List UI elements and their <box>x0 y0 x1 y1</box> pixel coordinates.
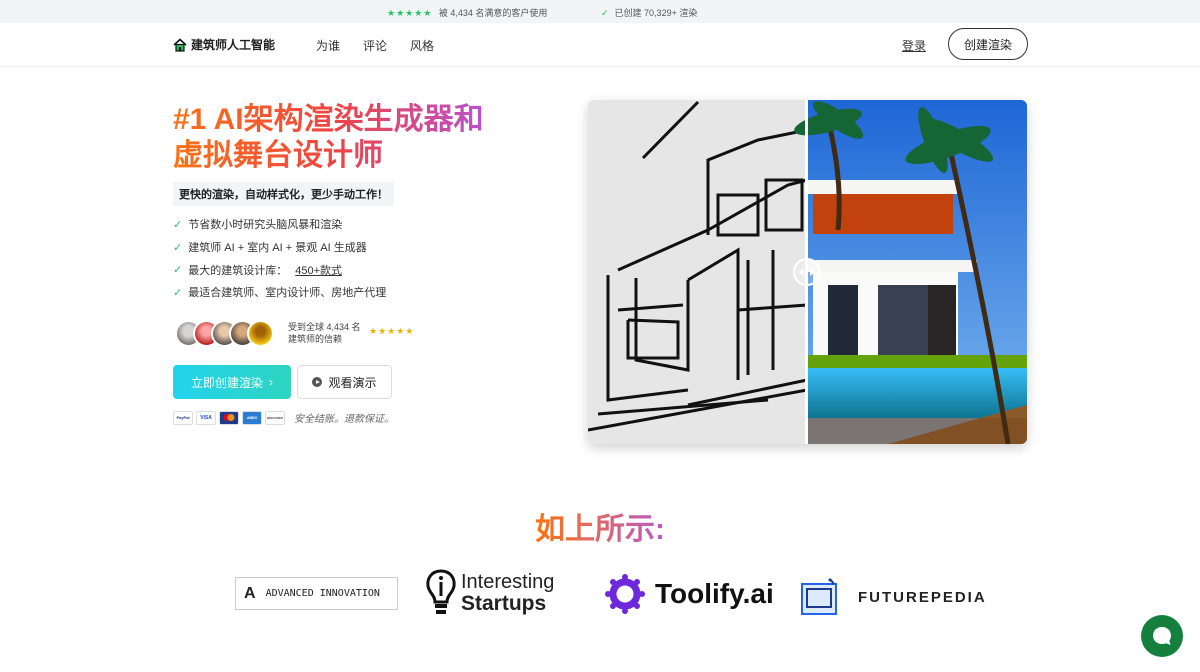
hero-title: #1 AI架构渲染生成器和 虚拟舞台设计师 <box>173 102 533 174</box>
compare-slider-icon <box>793 258 821 286</box>
feature-item: ✓ 节省数小时研究头脑风暴和渲染 <box>173 213 386 236</box>
interesting-startups-line-1: Interesting <box>461 571 555 593</box>
feature-item: ✓ 最适合建筑师、室内设计师、房地产代理 <box>173 281 386 304</box>
toolify-ring-icon <box>605 574 645 614</box>
hero-subtitle: 更快的渲染，自动样式化，更少手动工作！ <box>173 182 394 206</box>
futurepedia-text: FUTUREPEDIA <box>858 588 987 606</box>
reviews-text: 被 4,434 名满意的客户使用 <box>438 8 548 18</box>
check-icon: ✓ <box>173 286 183 299</box>
trust-text-line-1: 受到全球 4,434 名 <box>288 322 361 332</box>
create-render-now-label: 立即创建渲染 <box>190 375 263 390</box>
announcement-bar: ★★★★★ 被 4,434 名满意的客户使用 ✓ 已创建 70,329+ 渲染 <box>0 0 1200 23</box>
feature-item: ✓ 建筑师 AI + 室内 AI + 景观 AI 生成器 <box>173 236 386 259</box>
feature-list: ✓ 节省数小时研究头脑风暴和渲染 ✓ 建筑师 AI + 室内 AI + 景观 AI … <box>173 213 386 304</box>
advanced-innovation-logo[interactable]: A ADVANCED INNOVATION <box>235 577 398 610</box>
nav-link-reviews[interactable]: 评论 <box>363 37 387 54</box>
check-icon: ✓ <box>173 241 183 254</box>
feature-text: 最适合建筑师、室内设计师、房地产代理 <box>188 287 387 300</box>
chat-icon <box>1153 627 1171 645</box>
feature-text: 建筑师 AI + 室内 AI + 景观 AI 生成器 <box>188 242 367 255</box>
check-icon: ✓ <box>601 8 609 18</box>
trust-text: 受到全球 4,434 名 建筑师的信赖 <box>288 321 368 345</box>
avatar <box>247 320 274 347</box>
payment-note: 安全结账。退款保证。 <box>294 414 394 425</box>
reviews-badge: ★★★★★ 被 4,434 名满意的客户使用 <box>387 6 547 19</box>
feature-item: ✓ 最大的建筑设计库： 450+款式 <box>173 258 386 281</box>
logo-link[interactable]: 建筑师人工智能 <box>173 36 275 53</box>
paypal-card-icon: PayPal <box>173 410 193 425</box>
advanced-innovation-mark: A <box>244 584 256 602</box>
futurepedia-logo[interactable]: FUTUREPEDIA <box>800 578 987 616</box>
renders-created-badge: ✓ 已创建 70,329+ 渲染 <box>601 6 697 19</box>
before-after-comparison[interactable] <box>588 100 1027 444</box>
watch-demo-label: 观看演示 <box>328 375 377 390</box>
render-comparison-illustration <box>588 100 1027 444</box>
watch-demo-button[interactable]: 观看演示 <box>297 365 392 399</box>
chevron-right-icon: › <box>269 375 273 389</box>
mastercard-icon <box>219 410 239 425</box>
toolify-text: Toolify.ai <box>655 578 774 609</box>
interesting-startups-logo[interactable]: Interesting Startups <box>425 568 554 618</box>
futurepedia-tv-icon <box>801 578 837 615</box>
nav-link-styles[interactable]: 风格 <box>410 37 434 54</box>
trust-rating-stars: ★★★★★ <box>369 326 415 336</box>
discover-card-icon: DISCOVER <box>265 410 285 425</box>
logo-house-icon <box>173 37 187 52</box>
visa-card-icon: VISA <box>196 410 216 425</box>
create-render-now-button[interactable]: 立即创建渲染 › <box>173 365 291 399</box>
styles-link[interactable]: 450+款式 <box>295 262 342 278</box>
hero-title-line-1: #1 AI架构渲染生成器和 <box>173 103 484 136</box>
login-link[interactable]: 登录 <box>902 37 926 54</box>
feature-text: 节省数小时研究头脑风暴和渲染 <box>188 219 343 232</box>
lightbulb-icon <box>426 569 456 614</box>
chat-widget-button[interactable] <box>1141 615 1183 657</box>
advanced-innovation-text: ADVANCED INNOVATION <box>265 588 380 599</box>
as-seen-heading: 如上所示: <box>0 504 1200 548</box>
interesting-startups-line-2: Startups <box>461 592 547 615</box>
play-icon <box>312 377 323 387</box>
check-icon: ✓ <box>173 218 183 231</box>
logo-text: 建筑师人工智能 <box>191 38 276 52</box>
trust-text-line-2: 建筑师的信赖 <box>288 334 343 344</box>
renders-created-text: 已创建 70,329+ 渲染 <box>614 8 698 18</box>
check-icon: ✓ <box>173 264 183 277</box>
hero-title-line-2: 虚拟舞台设计师 <box>173 139 383 172</box>
toolify-logo[interactable]: Toolify.ai <box>605 574 774 614</box>
rating-stars: ★★★★★ <box>387 8 433 18</box>
main-nav: 建筑师人工智能 为谁 评论 风格 登录 创建渲染 <box>0 23 1200 67</box>
nav-link-for-whom[interactable]: 为谁 <box>316 37 340 54</box>
payment-methods: PayPal VISA AMEX DISCOVER 安全结账。退款保证。 <box>173 410 394 425</box>
feature-text: 最大的建筑设计库： <box>188 264 288 277</box>
amex-card-icon: AMEX <box>242 410 262 425</box>
nav-create-render-button[interactable]: 创建渲染 <box>948 28 1028 60</box>
